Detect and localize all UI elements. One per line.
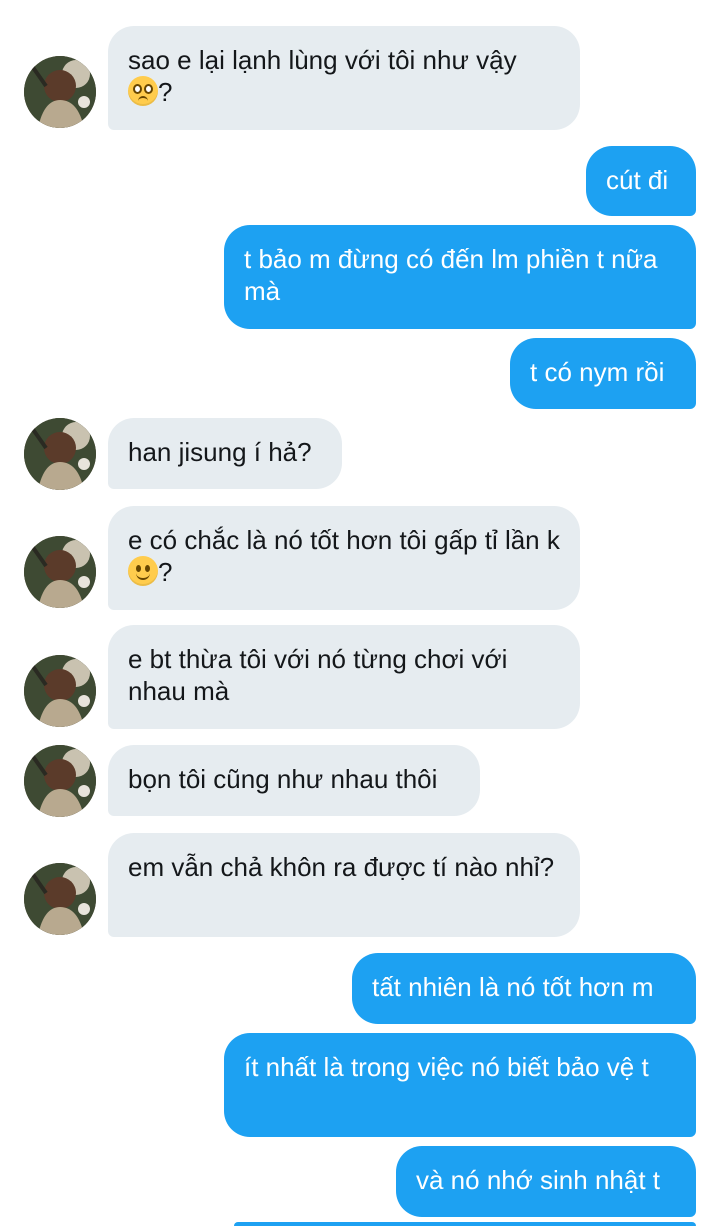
message-text: cút đi (606, 165, 669, 195)
message-text: em vẫn chả khôn ra được tí nào nhỉ? (128, 852, 555, 882)
avatar[interactable] (24, 655, 96, 727)
pleading-face-icon (128, 76, 158, 106)
message-row-incoming: e bt thừa tôi với nó từng chơi với nhau … (0, 625, 720, 729)
message-row-incoming: sao e lại lạnh lùng với tôi như vậy ? (0, 26, 720, 130)
avatar[interactable] (24, 418, 96, 490)
outgoing-message-bubble[interactable]: ít nhất là trong việc nó biết bảo vệ t (224, 1033, 696, 1137)
avatar[interactable] (24, 745, 96, 817)
incoming-message-bubble[interactable]: e bt thừa tôi với nó từng chơi với nhau … (108, 625, 580, 729)
outgoing-message-bubble[interactable]: t có nym rồi (510, 338, 696, 409)
message-suffix: ? (158, 77, 173, 107)
incoming-message-bubble[interactable]: sao e lại lạnh lùng với tôi như vậy ? (108, 26, 580, 130)
message-suffix: ? (158, 557, 173, 587)
message-row-outgoing: ít nhất là trong việc nó biết bảo vệ t (0, 1033, 720, 1137)
message-text: và nó nhớ sinh nhật t (416, 1165, 660, 1195)
avatar[interactable] (24, 536, 96, 608)
message-text: t có nym rồi (530, 357, 665, 387)
outgoing-message-bubble[interactable]: và nó nhớ sinh nhật t (396, 1146, 696, 1217)
incoming-message-bubble[interactable]: e có chắc là nó tốt hơn tôi gấp tỉ lần k… (108, 506, 580, 610)
message-text: t bảo m đừng có đến lm phiền t nữa mà (244, 244, 658, 306)
avatar[interactable] (24, 56, 96, 128)
message-row-outgoing: cút đi (0, 146, 720, 216)
slightly-smiling-face-icon (128, 556, 158, 586)
message-row-outgoing: t bảo m đừng có đến lm phiền t nữa mà (0, 225, 720, 329)
message-row-outgoing: tất nhiên là nó tốt hơn m (0, 953, 720, 1024)
message-text: bọn tôi cũng như nhau thôi (128, 764, 438, 794)
message-row-outgoing: t có nym rồi (0, 338, 720, 409)
message-text: e có chắc là nó tốt hơn tôi gấp tỉ lần k (128, 525, 560, 555)
next-outgoing-message-edge (234, 1222, 696, 1226)
incoming-message-bubble[interactable]: bọn tôi cũng như nhau thôi (108, 745, 480, 816)
message-thread: sao e lại lạnh lùng với tôi như vậy ? cú… (0, 0, 720, 1226)
message-row-incoming: han jisung í hả? (0, 418, 720, 490)
message-row-outgoing: và nó nhớ sinh nhật t (0, 1146, 720, 1217)
incoming-message-bubble[interactable]: em vẫn chả khôn ra được tí nào nhỉ? (108, 833, 580, 937)
incoming-message-bubble[interactable]: han jisung í hả? (108, 418, 342, 489)
message-text: han jisung í hả? (128, 437, 312, 467)
message-row-incoming: e có chắc là nó tốt hơn tôi gấp tỉ lần k… (0, 506, 720, 610)
message-text: e bt thừa tôi với nó từng chơi với nhau … (128, 644, 508, 706)
outgoing-message-bubble[interactable]: tất nhiên là nó tốt hơn m (352, 953, 696, 1024)
message-text: ít nhất là trong việc nó biết bảo vệ t (244, 1052, 649, 1082)
message-text: sao e lại lạnh lùng với tôi như vậy (128, 45, 517, 75)
outgoing-message-bubble[interactable]: cút đi (586, 146, 696, 216)
message-row-incoming: bọn tôi cũng như nhau thôi (0, 745, 720, 817)
message-text: tất nhiên là nó tốt hơn m (372, 972, 654, 1002)
message-row-incoming: em vẫn chả khôn ra được tí nào nhỉ? (0, 833, 720, 937)
outgoing-message-bubble[interactable]: t bảo m đừng có đến lm phiền t nữa mà (224, 225, 696, 329)
avatar[interactable] (24, 863, 96, 935)
